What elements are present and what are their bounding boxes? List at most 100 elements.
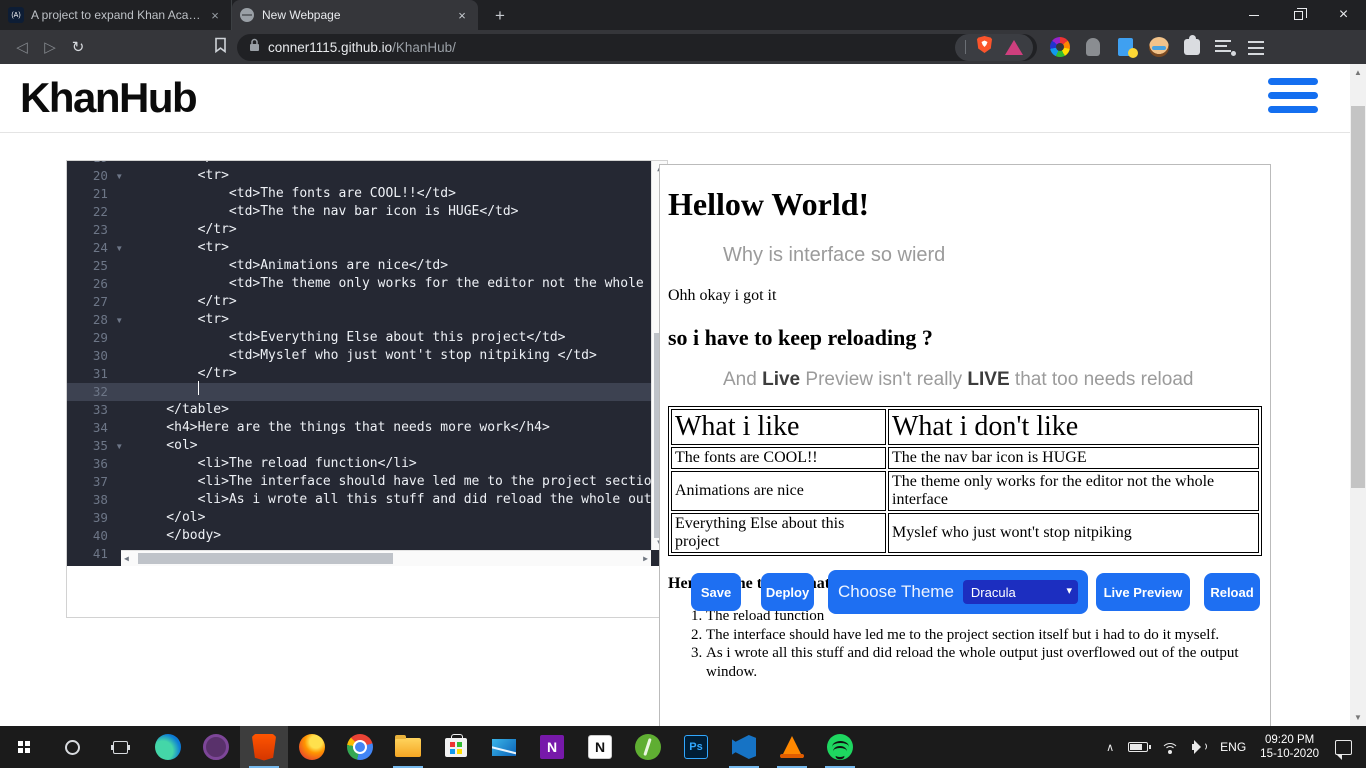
tab-close-icon[interactable]: × [454, 7, 470, 23]
taskbar-firefox[interactable] [288, 726, 336, 768]
scroll-up-icon[interactable]: ▲ [1350, 68, 1366, 77]
action-center-icon[interactable] [1335, 739, 1352, 760]
playlist-extension-icon[interactable] [1215, 37, 1236, 57]
scrollbar-thumb[interactable] [138, 553, 393, 564]
start-button[interactable] [0, 726, 48, 768]
tab-title: A project to expand Khan Academy [31, 8, 201, 22]
code-line: 38 <li>As i wrote all this stuff and did… [92, 492, 667, 507]
text-cursor [197, 381, 200, 395]
taskbar-onenote[interactable]: N [528, 726, 576, 768]
taskbar-notion[interactable]: N [576, 726, 624, 768]
code-line: 31 </tr> [92, 366, 237, 381]
green-app-icon [635, 734, 661, 760]
taskbar-clock[interactable]: 09:20 PM 15-10-2020 [1260, 733, 1319, 761]
browser-toolbar: ◁ ▷ ↻ conner1115.github.io/KhanHub/ [0, 30, 1366, 64]
brave-shields-group [955, 33, 1033, 61]
tab-new-webpage[interactable]: New Webpage × [232, 0, 478, 30]
cortana-button[interactable] [48, 726, 96, 768]
window-close-button[interactable]: × [1321, 0, 1366, 30]
task-view-button[interactable] [96, 726, 144, 768]
table-cell: The fonts are COOL!! [671, 447, 886, 469]
default-page-favicon [240, 8, 254, 22]
desktop-screen: (A) A project to expand Khan Academy × N… [0, 0, 1366, 768]
date: 15-10-2020 [1260, 748, 1319, 760]
code-editor[interactable]: 19 </thead> 20 ▾ <tr> 21 <td>The fonts a… [67, 161, 667, 566]
code-line: 21 <td>The fonts are COOL!!</td> [92, 186, 456, 201]
deploy-button[interactable]: Deploy [761, 573, 814, 611]
taskbar-photoshop[interactable]: Ps [672, 726, 720, 768]
preview-list: The reload function The interface should… [668, 607, 1240, 681]
document-icon [1118, 38, 1133, 56]
main-content: 19 </thead> 20 ▾ <tr> 21 <td>The fonts a… [0, 133, 1350, 726]
code-line: 20 ▾ <tr> [92, 168, 229, 183]
divider [965, 40, 966, 54]
editor-container: 19 </thead> 20 ▾ <tr> 21 <td>The fonts a… [66, 160, 668, 618]
scroll-down-icon[interactable]: ▼ [1350, 713, 1366, 722]
taskbar-vscode-active[interactable] [720, 726, 768, 768]
taskbar-store[interactable] [432, 726, 480, 768]
brave-icon [252, 733, 276, 761]
code-line: 33 </table> [92, 402, 229, 417]
editor-horizontal-scrollbar[interactable]: ◀ ▶ [121, 550, 651, 566]
scrollbar-thumb[interactable] [1351, 106, 1365, 488]
khanhub-logo[interactable]: KhanHub [20, 74, 198, 122]
code-line: 39 </ol> [92, 510, 206, 525]
new-tab-button[interactable]: + [488, 5, 512, 27]
ghost-extension-icon[interactable] [1083, 37, 1103, 57]
table-header-cell: What i like [671, 409, 886, 445]
tab-khan-academy-project[interactable]: (A) A project to expand Khan Academy × [0, 0, 232, 30]
tray-expand-icon[interactable]: ∧ [1106, 741, 1114, 754]
taskbar-tor[interactable] [192, 726, 240, 768]
page-scrollbar[interactable]: ▲ ▼ [1350, 64, 1366, 726]
save-button[interactable]: Save [691, 573, 741, 611]
taskbar-chrome[interactable] [336, 726, 384, 768]
reload-page-icon[interactable]: ↻ [64, 38, 92, 56]
khanhub-page: KhanHub 19 </thead> 20 ▾ <tr> 21 <td>The… [0, 64, 1366, 726]
bat-rewards-icon[interactable] [1005, 39, 1023, 55]
file-explorer-icon [395, 734, 421, 757]
wifi-icon[interactable] [1161, 740, 1180, 754]
download-document-extension-icon[interactable] [1116, 37, 1136, 57]
restore-icon [1294, 7, 1307, 20]
table-header-cell: What i don't like [888, 409, 1259, 445]
color-wheel-extension-icon[interactable] [1050, 37, 1070, 57]
extensions-puzzle-icon[interactable] [1182, 37, 1202, 57]
theme-select[interactable]: Dracula [962, 580, 1078, 604]
scroll-left-icon[interactable]: ◀ [124, 554, 129, 563]
browser-menu-icon[interactable] [1248, 37, 1268, 57]
minimize-icon [1248, 14, 1259, 16]
window-restore-button[interactable] [1276, 0, 1321, 30]
taskbar-edge[interactable] [144, 726, 192, 768]
bookmark-icon[interactable] [214, 37, 227, 58]
taskbar-spotify-active[interactable] [816, 726, 864, 768]
taskbar-brave-active[interactable] [240, 726, 288, 768]
live-preview-button[interactable]: Live Preview [1096, 573, 1190, 611]
preview-heading: Hellow World! [668, 186, 870, 222]
scroll-right-icon[interactable]: ▶ [643, 554, 648, 563]
battery-icon[interactable] [1128, 742, 1152, 752]
back-icon[interactable]: ◁ [8, 38, 36, 56]
language-indicator[interactable]: ENG [1220, 740, 1246, 754]
cortana-icon [64, 739, 80, 755]
address-bar[interactable]: conner1115.github.io/KhanHub/ [237, 33, 1037, 61]
site-menu-icon[interactable] [1268, 78, 1318, 120]
choose-theme-label: Choose Theme [838, 582, 954, 601]
profile-avatar-icon[interactable] [1149, 37, 1169, 57]
khan-academy-favicon: (A) [8, 7, 24, 23]
code-line: 23 </tr> [92, 222, 237, 237]
taskbar-mail[interactable] [480, 726, 528, 768]
tab-close-icon[interactable]: × [207, 7, 223, 23]
taskbar-green-app[interactable] [624, 726, 672, 768]
code-line: 37 <li>The interface should have led me … [92, 474, 660, 489]
table-row: The fonts are COOL!! The the nav bar ico… [671, 447, 1259, 469]
volume-icon[interactable] [1192, 740, 1208, 754]
taskbar-file-explorer[interactable] [384, 726, 432, 768]
ghost-icon [1086, 38, 1100, 56]
forward-icon[interactable]: ▷ [36, 38, 64, 56]
window-minimize-button[interactable] [1231, 0, 1276, 30]
brave-shield-icon[interactable] [976, 35, 993, 59]
table-row: Everything Else about this project Mysle… [671, 513, 1259, 553]
taskbar-vlc-active[interactable] [768, 726, 816, 768]
reload-button[interactable]: Reload [1204, 573, 1260, 611]
url-path: /KhanHub/ [392, 39, 456, 55]
